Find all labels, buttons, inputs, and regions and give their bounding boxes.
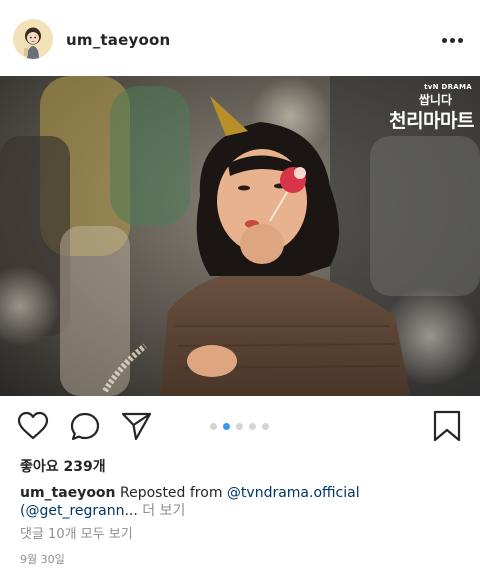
profile-avatar-icon bbox=[13, 19, 53, 59]
badge-network: tvN DRAMA bbox=[424, 83, 472, 91]
comment-icon[interactable] bbox=[69, 411, 101, 443]
bookmark-icon[interactable] bbox=[433, 410, 461, 442]
carousel-dot bbox=[236, 423, 243, 430]
caption-mention-link[interactable]: (@get_regrann bbox=[20, 503, 124, 519]
heart-icon[interactable] bbox=[17, 411, 49, 441]
post-date: 9월 30일 bbox=[20, 553, 65, 566]
more-options-icon[interactable] bbox=[440, 37, 466, 45]
caption-text: Reposted from bbox=[115, 485, 227, 501]
caption-ellipsis: ... bbox=[124, 503, 138, 519]
carousel-indicator bbox=[210, 423, 270, 431]
carousel-dot bbox=[262, 423, 269, 430]
caption-mention-link[interactable]: @tvndrama.official bbox=[227, 485, 360, 501]
badge-title: 천리마마트 bbox=[389, 110, 474, 132]
caption-username[interactable]: um_taeyoon bbox=[20, 485, 116, 501]
send-icon[interactable] bbox=[120, 410, 152, 442]
post-caption: um_taeyoon Reposted from @tvndrama.offic… bbox=[20, 484, 470, 520]
see-more-link[interactable]: 더 보기 bbox=[142, 503, 185, 519]
post-header: um_taeyoon bbox=[0, 0, 480, 80]
carousel-dot bbox=[210, 423, 217, 430]
avatar[interactable] bbox=[13, 19, 53, 59]
carousel-dot bbox=[249, 423, 256, 430]
post-username[interactable]: um_taeyoon bbox=[66, 30, 170, 50]
drama-logo-badge: tvN DRAMA 쌉니다 천리마마트 bbox=[370, 82, 478, 138]
like-count[interactable]: 좋아요 239개 bbox=[20, 458, 106, 476]
carousel-dot-active bbox=[223, 423, 230, 430]
view-all-comments-link[interactable]: 댓글 10개 모두 보기 bbox=[20, 527, 133, 543]
